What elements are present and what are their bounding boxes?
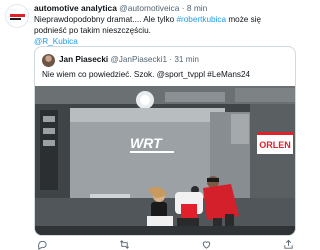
avatar-logo-underline	[10, 18, 21, 20]
avatar-logo-mark	[10, 14, 25, 17]
tweet-text-part1: Nieprawdopodobny dramat.... Ale tylko	[34, 15, 177, 24]
retweet-icon[interactable]	[118, 238, 130, 250]
quoted-tweet-card[interactable]: Jan Piasecki @JanPiasecki1 · 31 min Nie …	[34, 46, 296, 236]
quoted-tweet-text: Nie wiem co powiedzieć. Szok. @sport_tvp…	[42, 70, 251, 79]
mention-link[interactable]: @R_Kubica	[34, 37, 78, 46]
like-icon[interactable]	[200, 238, 212, 250]
author-name[interactable]: automotive analytica	[34, 3, 117, 13]
tweet-header: automotive analytica @automotiveica · 8 …	[34, 2, 296, 14]
quoted-timestamp[interactable]: 31 min	[174, 55, 199, 64]
quoted-author-name[interactable]: Jan Piasecki	[59, 55, 108, 64]
quoted-author-avatar[interactable]	[42, 54, 55, 67]
tweet-timestamp[interactable]: 8 min	[187, 3, 207, 13]
orlen-brand-text: ORLEN	[259, 140, 291, 150]
author-handle[interactable]: @automotiveica	[119, 3, 179, 13]
author-avatar[interactable]	[5, 4, 29, 28]
header-separator: ·	[181, 3, 185, 13]
wrt-brand-text: WRT	[130, 135, 163, 151]
reply-icon[interactable]	[36, 238, 48, 250]
quoted-author-handle[interactable]: @JanPiasecki1	[110, 55, 167, 64]
quoted-tweet-header: Jan Piasecki @JanPiasecki1 · 31 min	[59, 53, 291, 67]
tweet-text: Nieprawdopodobny dramat.... Ale tylko #r…	[34, 14, 296, 47]
quoted-header-separator: ·	[169, 55, 173, 64]
pit-garage-photo: ORLEN WRT	[35, 86, 295, 235]
share-icon[interactable]	[282, 238, 294, 250]
quoted-tweet-photo[interactable]: ORLEN WRT	[35, 86, 295, 235]
hashtag-link[interactable]: #robertkubica	[176, 15, 226, 24]
tweet-action-bar	[34, 238, 296, 250]
